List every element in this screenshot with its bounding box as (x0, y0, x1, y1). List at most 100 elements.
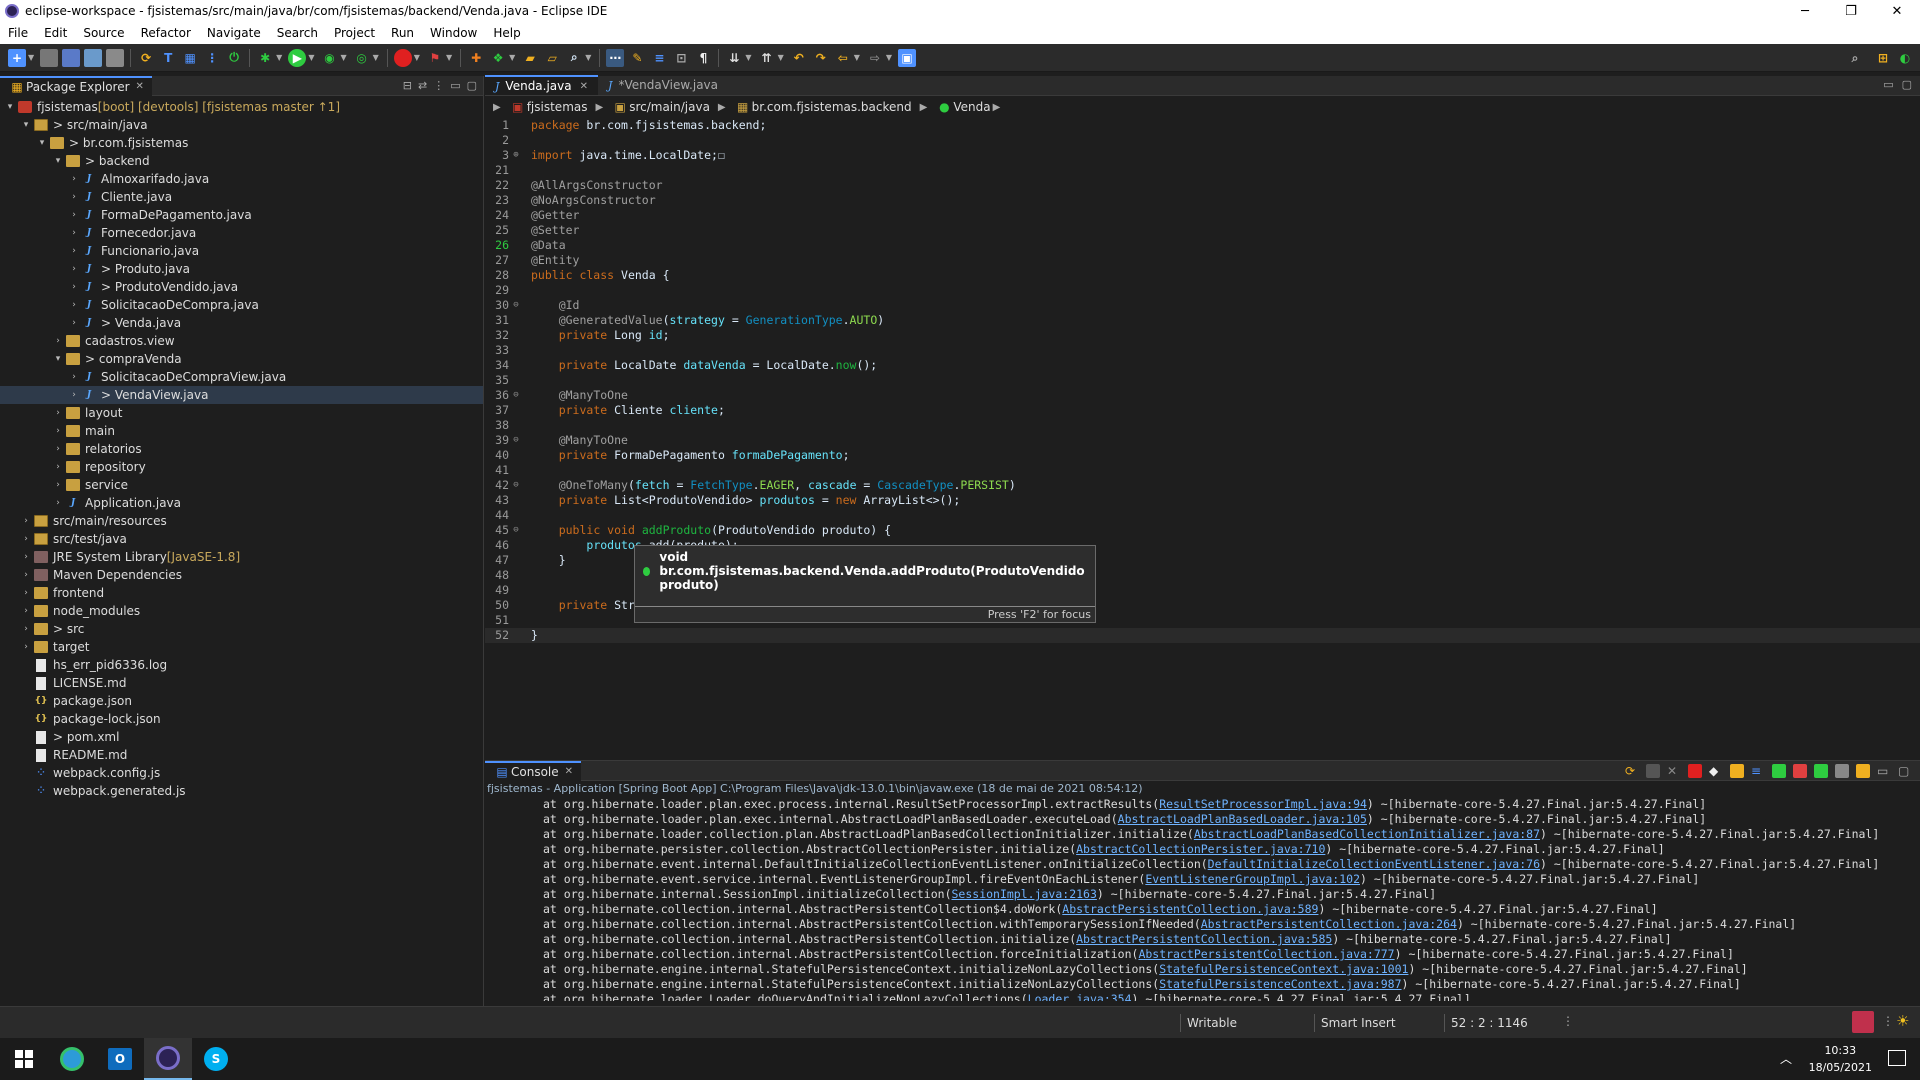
chevron-right-icon[interactable]: › (52, 422, 64, 440)
refresh-icon[interactable]: ⟳ (137, 49, 155, 67)
open-folder-icon[interactable]: ▰ (521, 49, 539, 67)
tree-item[interactable]: {} package.json (0, 692, 483, 710)
lightbulb-icon[interactable]: ☀ (1896, 1012, 1909, 1030)
external-tools-icon[interactable]: ◎ (353, 49, 371, 67)
search-dropdown-icon[interactable]: ▼ (585, 53, 591, 62)
tree-item[interactable]: › node_modules (0, 602, 483, 620)
word-wrap-icon[interactable]: ≡ (650, 49, 668, 67)
console-output[interactable]: at org.hibernate.loader.plan.exec.proces… (485, 797, 1920, 1001)
chevron-right-icon[interactable]: › (52, 404, 64, 422)
hierarchy-icon[interactable]: ⋮ (203, 49, 221, 67)
breadcrumb-package[interactable]: ▶ ▦ br.com.fjsistemas.backend (716, 98, 912, 116)
remove-launch-icon[interactable] (1646, 763, 1660, 778)
source-link[interactable]: AbstractCollectionPersister.java:710 (1076, 842, 1325, 856)
tree-item[interactable]: ▾ > src/main/java (0, 116, 483, 134)
new-icon[interactable]: + (8, 48, 26, 67)
code-line[interactable]: 44 (485, 508, 1920, 523)
chevron-right-icon[interactable]: › (20, 512, 32, 530)
chevron-down-icon[interactable]: ▾ (20, 116, 32, 134)
tree-item[interactable]: ▾ > compraVenda (0, 350, 483, 368)
clear-console-icon[interactable]: ◆ (1709, 764, 1723, 778)
menu-search[interactable]: Search (269, 22, 326, 44)
chevron-right-icon[interactable]: › (68, 314, 80, 332)
chevron-right-icon[interactable]: › (52, 476, 64, 494)
maximize-icon[interactable]: ▢ (1898, 764, 1912, 778)
annotation-next-icon[interactable]: ⇊ (725, 49, 743, 67)
chevron-right-icon[interactable]: › (20, 602, 32, 620)
fold-toggle-icon[interactable]: ⊖ (511, 478, 521, 493)
tree-item[interactable]: {} package-lock.json (0, 710, 483, 728)
back-icon[interactable]: ⇦ (834, 49, 852, 67)
menu-project[interactable]: Project (326, 22, 383, 44)
scroll-lock-icon[interactable] (1730, 763, 1744, 778)
package-explorer-tab[interactable]: ▦ Package Explorer ✕ (0, 75, 152, 96)
code-line[interactable]: 21 (485, 163, 1920, 178)
collapse-all-icon[interactable]: ⊟ (403, 79, 412, 92)
pin-editor-icon[interactable]: ▣ (898, 48, 917, 67)
close-icon[interactable]: ✕ (565, 766, 573, 777)
open-task-icon[interactable]: ▦ (181, 49, 199, 67)
code-line[interactable]: 52} (485, 628, 1920, 643)
stop-dropdown-icon[interactable]: ▼ (414, 53, 420, 62)
chevron-right-icon[interactable]: › (68, 260, 80, 278)
source-link[interactable]: AbstractPersistentCollection.java:264 (1201, 917, 1457, 931)
source-link[interactable]: StatefulPersistenceContext.java:1001 (1159, 962, 1408, 976)
menu-navigate[interactable]: Navigate (199, 22, 269, 44)
chevron-right-icon[interactable]: › (52, 440, 64, 458)
tab-vendaview-java[interactable]: J *VendaView.java (598, 75, 728, 95)
code-line[interactable]: 43 private List<ProdutoVendido> produtos… (485, 493, 1920, 508)
relaunch-icon[interactable]: ⚑ (426, 49, 444, 67)
coverage-icon[interactable]: ◉ (320, 49, 338, 67)
menu-refactor[interactable]: Refactor (133, 22, 199, 44)
breadcrumb-project[interactable]: ▶ ▣ fjsistemas (491, 98, 587, 116)
code-line[interactable]: 39 ⊖ @ManyToOne (485, 433, 1920, 448)
chevron-right-icon[interactable]: › (68, 170, 80, 188)
chevron-right-icon[interactable]: › (68, 368, 80, 386)
tree-item[interactable]: › J Funcionario.java (0, 242, 483, 260)
annotation-prev-icon[interactable]: ⇈ (758, 49, 776, 67)
code-line[interactable]: 27 @Entity (485, 253, 1920, 268)
tree-item[interactable]: › src/main/resources (0, 512, 483, 530)
code-line[interactable]: 2 (485, 133, 1920, 148)
forward-icon[interactable]: ⇨ (866, 49, 884, 67)
tab-venda-java[interactable]: J Venda.java ✕ (485, 75, 599, 95)
toggle-breadcrumb-icon[interactable]: ⋯ (606, 48, 625, 67)
tree-item[interactable]: › Maven Dependencies (0, 566, 483, 584)
code-line[interactable]: 35 (485, 373, 1920, 388)
fold-toggle-icon[interactable]: ⊖ (511, 523, 521, 538)
close-tab-icon[interactable]: ✕ (580, 81, 588, 92)
more-icon[interactable]: ⋮ (1882, 1014, 1894, 1028)
stop-icon[interactable] (393, 48, 412, 67)
tree-item[interactable]: › J SolicitacaoDeCompra.java (0, 296, 483, 314)
tray-chevron-icon[interactable]: ︿ (1780, 1050, 1792, 1067)
new-class-icon[interactable]: ✚ (467, 49, 485, 67)
code-line[interactable]: 37 private Cliente cliente; (485, 403, 1920, 418)
code-line[interactable]: 32 private Long id; (485, 328, 1920, 343)
debug-dropdown-icon[interactable]: ▼ (276, 53, 282, 62)
tree-item[interactable]: › J Fornecedor.java (0, 224, 483, 242)
annotation-prev-dropdown-icon[interactable]: ▼ (778, 53, 784, 62)
maximize-icon[interactable]: ▢ (467, 79, 477, 92)
forward-dropdown-icon[interactable]: ▼ (886, 53, 892, 62)
new-package-dropdown-icon[interactable]: ▼ (509, 53, 515, 62)
code-line[interactable]: 40 private FormaDePagamento formaDePagam… (485, 448, 1920, 463)
menu-help[interactable]: Help (485, 22, 528, 44)
code-line[interactable]: 25 @Setter (485, 223, 1920, 238)
tree-item[interactable]: › frontend (0, 584, 483, 602)
link-with-editor-icon[interactable]: ⇄ (418, 79, 427, 92)
chevron-right-icon[interactable]: › (20, 566, 32, 584)
minimize-button[interactable]: ─ (1782, 0, 1828, 22)
code-line[interactable]: 41 (485, 463, 1920, 478)
chevron-right-icon[interactable]: › (52, 494, 64, 512)
console-tab[interactable]: ▤ Console ✕ (485, 760, 582, 781)
source-link[interactable]: Loader.java:354 (1028, 992, 1132, 1001)
tree-item[interactable]: › target (0, 638, 483, 656)
source-link[interactable]: EventListenerGroupImpl.java:102 (1145, 872, 1360, 886)
chevron-right-icon[interactable]: › (20, 638, 32, 656)
tree-item[interactable]: › J SolicitacaoDeCompraView.java (0, 368, 483, 386)
fold-toggle-icon[interactable]: ⊖ (511, 433, 521, 448)
tree-item[interactable]: › J > VendaView.java (0, 386, 483, 404)
fold-toggle-icon[interactable]: ⊕ (511, 148, 521, 163)
tree-item[interactable]: hs_err_pid6336.log (0, 656, 483, 674)
minimize-icon[interactable]: ▭ (1877, 764, 1891, 778)
